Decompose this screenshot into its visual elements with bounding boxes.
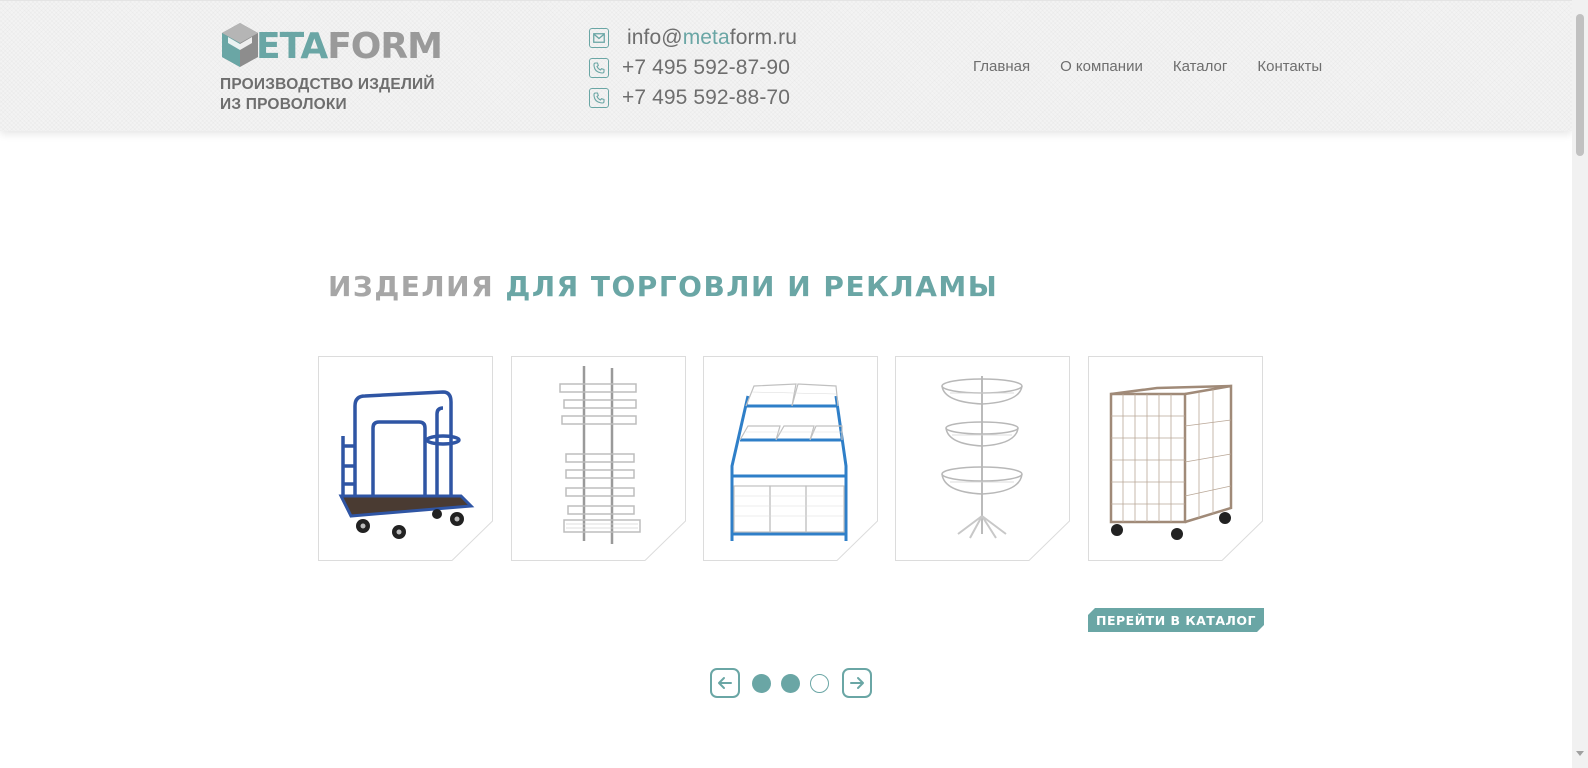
product-card-mesh-roll-container[interactable] — [1088, 356, 1263, 561]
tagline-line-2: ИЗ ПРОВОЛОКИ — [220, 96, 347, 113]
phone-icon — [589, 88, 609, 108]
logo-part-grey: FORM — [327, 26, 443, 67]
next-slide-button[interactable] — [842, 668, 872, 698]
rotating-basket-stand-image — [941, 376, 1023, 539]
nav-item-home[interactable]: Главная — [973, 58, 1030, 75]
pager-dot-2[interactable] — [781, 674, 800, 693]
email-prefix: info@ — [627, 26, 683, 49]
tagline-line-1: ПРОИЗВОДСТВО ИЗДЕЛИЙ — [220, 76, 435, 93]
main-nav: Главная О компании Каталог Контакты — [973, 58, 1352, 75]
logo[interactable]: ETAFORM — [220, 19, 450, 75]
email-link[interactable]: info@metaform.ru — [627, 26, 797, 50]
site-header: ETAFORM ПРОИЗВОДСТВО ИЗДЕЛИЙ ИЗ ПРОВОЛОК… — [0, 0, 1572, 131]
logo-wordmark: ETAFORM — [256, 26, 443, 67]
email-suffix: form.ru — [729, 26, 797, 49]
product-card-basket-display[interactable] — [703, 356, 878, 561]
phone-number-1[interactable]: +7 495 592-87-90 — [622, 56, 790, 80]
section-title-teal: ДЛЯ ТОРГОВЛИ И РЕКЛАМЫ — [505, 270, 999, 303]
go-to-catalog-button[interactable]: ПЕРЕЙТИ В КАТАЛОГ — [1088, 608, 1264, 632]
tagline: ПРОИЗВОДСТВО ИЗДЕЛИЙ ИЗ ПРОВОЛОКИ — [220, 75, 435, 115]
section-title: ИЗДЕЛИЯ ДЛЯ ТОРГОВЛИ И РЕКЛАМЫ — [328, 270, 998, 303]
scrollbar-thumb[interactable] — [1576, 14, 1584, 156]
mesh-roll-container-image — [1109, 384, 1233, 540]
page-scrollbar[interactable] — [1572, 0, 1588, 768]
email-row[interactable]: info@metaform.ru — [589, 23, 797, 53]
page: ETAFORM ПРОИЗВОДСТВО ИЗДЕЛИЙ ИЗ ПРОВОЛОК… — [0, 0, 1588, 768]
prev-slide-button[interactable] — [710, 668, 740, 698]
mail-icon — [589, 28, 609, 48]
product-card-wall-rack[interactable] — [511, 356, 686, 561]
basket-display-image — [730, 383, 848, 541]
pager-dot-1[interactable] — [752, 674, 771, 693]
pager-dot-3[interactable] — [810, 674, 829, 693]
phone-number-2[interactable]: +7 495 592-88-70 — [622, 86, 790, 110]
platform-cart-image — [338, 390, 475, 539]
section-title-grey: ИЗДЕЛИЯ — [328, 270, 495, 303]
arrow-right-icon — [850, 677, 864, 689]
nav-item-contacts[interactable]: Контакты — [1257, 58, 1322, 75]
nav-item-about[interactable]: О компании — [1060, 58, 1143, 75]
scroll-down-arrow-icon[interactable] — [1576, 751, 1584, 756]
logo-part-accent: ETA — [256, 26, 328, 67]
arrow-left-icon — [718, 677, 732, 689]
phone-row-2[interactable]: +7 495 592-88-70 — [589, 83, 797, 113]
wall-rack-image — [559, 366, 641, 544]
contacts-block: info@metaform.ru +7 495 592-87-90 +7 495… — [589, 23, 797, 113]
phone-row-1[interactable]: +7 495 592-87-90 — [589, 53, 797, 83]
logo-cube-icon — [222, 23, 258, 67]
product-card-rotating-basket-stand[interactable] — [895, 356, 1070, 561]
email-accent: meta — [682, 26, 730, 49]
phone-icon — [589, 58, 609, 78]
nav-item-catalog[interactable]: Каталог — [1173, 58, 1228, 75]
product-card-platform-cart[interactable] — [318, 356, 493, 561]
